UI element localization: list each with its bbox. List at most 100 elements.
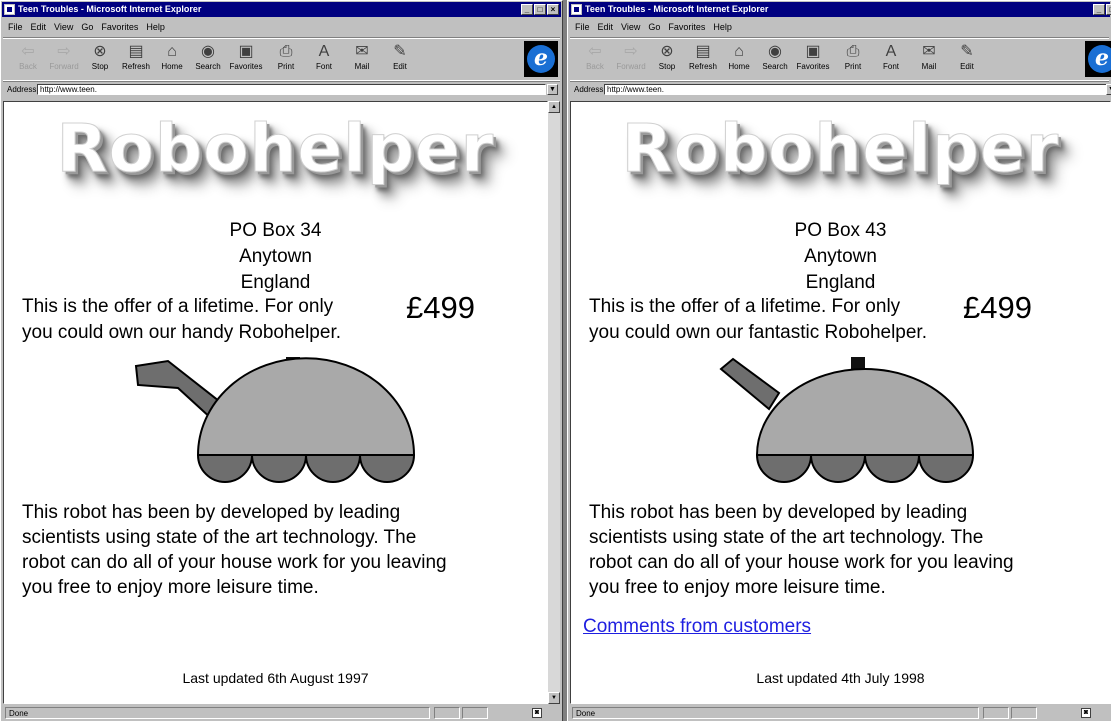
- offer-line: you could own our fantastic Robohelper.: [589, 322, 927, 343]
- last-updated: Last updated 4th July 1998: [756, 670, 925, 686]
- mail-icon: ✉: [922, 43, 936, 60]
- address-input[interactable]: http://www.teen.: [604, 84, 1109, 95]
- menu-edit[interactable]: Edit: [598, 22, 614, 32]
- maximize-button[interactable]: □: [534, 4, 546, 15]
- back-button[interactable]: ⇦ Back: [576, 42, 614, 76]
- menu-go[interactable]: Go: [81, 22, 93, 32]
- search-button[interactable]: ◉ Search: [756, 42, 794, 76]
- menu-go[interactable]: Go: [648, 22, 660, 32]
- refresh-button[interactable]: ▤ Refresh: [684, 42, 722, 76]
- page-icon: [4, 4, 15, 15]
- toolbar: ⇦ Back ⇨ Forward ⊗ Stop ▤ Refresh ⌂ Home ◉ Sea…: [570, 37, 1111, 81]
- status-text: Done: [5, 707, 430, 719]
- offer-line: you could own our handy Robohelper.: [22, 322, 342, 343]
- chevron-down-icon[interactable]: ▼: [547, 84, 558, 95]
- address-line: Anytown: [239, 246, 312, 267]
- address-line: PO Box 34: [229, 220, 322, 241]
- stop-button[interactable]: ⊗ Stop: [648, 42, 686, 76]
- menu-help[interactable]: Help: [146, 22, 165, 32]
- browser-window-left: Teen Troubles - Microsoft Internet Explo…: [0, 0, 563, 721]
- print-button[interactable]: ⎙ Print: [267, 42, 305, 76]
- address-input[interactable]: http://www.teen.: [37, 84, 546, 95]
- status-bar: Done ◙: [570, 706, 1109, 720]
- description-line: you free to enjoy more leisure time.: [22, 577, 319, 598]
- menu-help[interactable]: Help: [713, 22, 732, 32]
- title-bar[interactable]: Teen Troubles - Microsoft Internet Explo…: [2, 2, 561, 17]
- menu-favorites[interactable]: Favorites: [668, 22, 705, 32]
- edit-icon: ✎: [960, 43, 974, 60]
- price: £499: [963, 290, 1032, 325]
- address-label: Address: [7, 85, 37, 94]
- font-button[interactable]: A Font: [305, 42, 343, 76]
- vertical-scrollbar[interactable]: ▲ ▼: [548, 101, 560, 704]
- chevron-down-icon[interactable]: ▼: [1106, 84, 1111, 95]
- ie-logo-icon: e: [524, 41, 558, 77]
- ie-logo-icon: e: [1085, 41, 1111, 77]
- font-icon: A: [318, 43, 330, 60]
- menu-bar: File Edit View Go Favorites Help: [570, 19, 1109, 35]
- stop-button[interactable]: ⊗ Stop: [81, 42, 119, 76]
- menu-file[interactable]: File: [575, 22, 590, 32]
- refresh-icon: ▤: [128, 43, 144, 60]
- scroll-up-icon[interactable]: ▲: [548, 101, 560, 113]
- back-button[interactable]: ⇦ Back: [9, 42, 47, 76]
- last-updated: Last updated 6th August 1997: [182, 670, 369, 686]
- toolbar: ⇦ Back ⇨ Forward ⊗ Stop ▤ Refresh ⌂ Home ◉ Sea…: [3, 37, 560, 81]
- postal-address: PO Box 34 Anytown England: [4, 218, 547, 296]
- edit-button[interactable]: ✎ Edit: [948, 42, 986, 76]
- scroll-down-icon[interactable]: ▼: [548, 692, 560, 704]
- favorites-button[interactable]: ▣ Favorites: [227, 42, 265, 76]
- home-button[interactable]: ⌂ Home: [720, 42, 758, 76]
- search-icon: ◉: [201, 43, 215, 60]
- mail-button[interactable]: ✉ Mail: [910, 42, 948, 76]
- menu-edit[interactable]: Edit: [31, 22, 47, 32]
- mail-button[interactable]: ✉ Mail: [343, 42, 381, 76]
- status-panel: [434, 707, 460, 719]
- favorites-icon: ▣: [238, 43, 254, 60]
- forward-button[interactable]: ⇨ Forward: [45, 42, 83, 76]
- print-icon: ⎙: [279, 43, 293, 60]
- stop-icon: ⊗: [93, 43, 107, 60]
- menu-favorites[interactable]: Favorites: [101, 22, 138, 32]
- minimize-button[interactable]: _: [521, 4, 533, 15]
- font-icon: A: [885, 43, 897, 60]
- search-button[interactable]: ◉ Search: [189, 42, 227, 76]
- arrow-left-icon: ⇦: [588, 43, 602, 60]
- status-panel: [983, 707, 1009, 719]
- menu-bar: File Edit View Go Favorites Help: [3, 19, 560, 35]
- menu-view[interactable]: View: [54, 22, 73, 32]
- description-line: robot can do all of your house work for …: [22, 552, 447, 573]
- arrow-right-icon: ⇨: [624, 43, 638, 60]
- search-icon: ◉: [768, 43, 782, 60]
- offer-text: This is the offer of a lifetime. For onl…: [589, 294, 927, 346]
- address-bar: Address http://www.teen. ▼: [3, 81, 560, 98]
- status-text: Done: [572, 707, 979, 719]
- close-button[interactable]: ×: [547, 4, 559, 15]
- minimize-button[interactable]: _: [1093, 4, 1105, 15]
- maximize-button[interactable]: □: [1106, 4, 1111, 15]
- home-button[interactable]: ⌂ Home: [153, 42, 191, 76]
- description-line: This robot has been by developed by lead…: [22, 502, 401, 523]
- forward-button[interactable]: ⇨ Forward: [612, 42, 650, 76]
- robot-description: This robot has been by developed by lead…: [22, 500, 532, 600]
- internet-zone-icon: ◙: [1081, 708, 1091, 718]
- address-label: Address: [574, 85, 604, 94]
- menu-view[interactable]: View: [621, 22, 640, 32]
- refresh-button[interactable]: ▤ Refresh: [117, 42, 155, 76]
- title-bar[interactable]: Teen Troubles - Microsoft Internet Explo…: [569, 2, 1111, 17]
- home-icon: ⌂: [734, 43, 744, 60]
- font-button[interactable]: A Font: [872, 42, 910, 76]
- description-line: you free to enjoy more leisure time.: [589, 577, 886, 598]
- price: £499: [406, 290, 475, 325]
- print-button[interactable]: ⎙ Print: [834, 42, 872, 76]
- page-icon: [571, 4, 582, 15]
- comments-link[interactable]: Comments from customers: [583, 616, 811, 638]
- edit-button[interactable]: ✎ Edit: [381, 42, 419, 76]
- robot-image: [719, 357, 975, 483]
- arrow-right-icon: ⇨: [57, 43, 71, 60]
- offer-text: This is the offer of a lifetime. For onl…: [22, 294, 341, 346]
- menu-file[interactable]: File: [8, 22, 23, 32]
- mail-icon: ✉: [355, 43, 369, 60]
- favorites-button[interactable]: ▣ Favorites: [794, 42, 832, 76]
- favorites-icon: ▣: [805, 43, 821, 60]
